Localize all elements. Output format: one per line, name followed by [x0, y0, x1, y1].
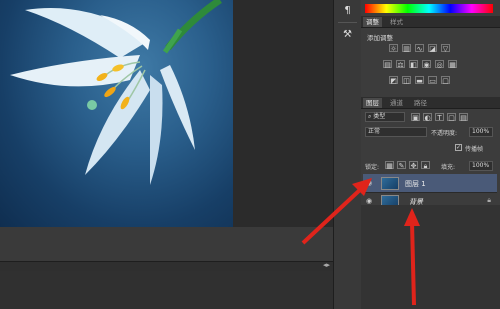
annotation-arrows	[301, 178, 420, 306]
arrow-line-bottom	[410, 221, 416, 306]
arrow-head-bottom	[404, 208, 420, 226]
arrow-line-left	[301, 186, 364, 245]
